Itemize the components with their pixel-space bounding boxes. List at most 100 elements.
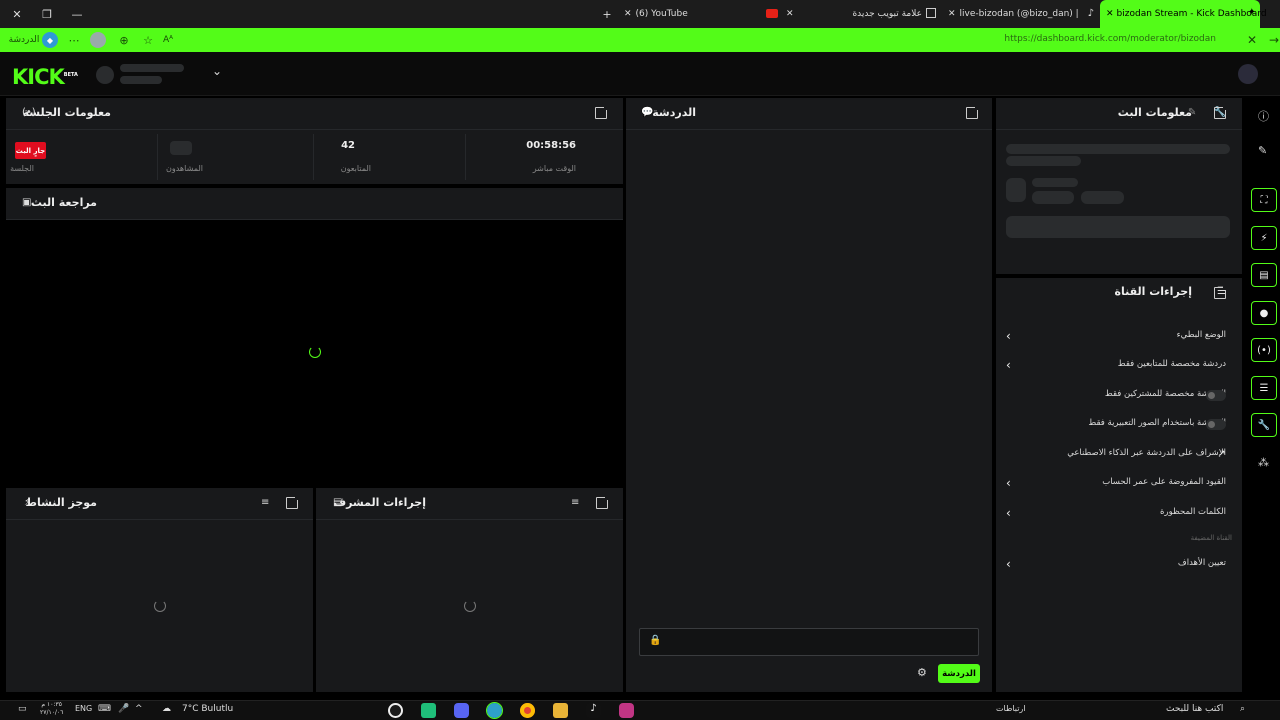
expand-panel-icon[interactable] [1214, 105, 1228, 119]
external-link-icon: ↗ [1218, 449, 1226, 459]
close-sidebar-icon[interactable]: ✕ [1244, 32, 1260, 48]
stream-info-panel: معلومات البث 🔧 ✎ [996, 98, 1242, 274]
action-label: الكلمات المحظورة [1160, 507, 1226, 517]
more-options-icon[interactable]: ⋯ [66, 32, 82, 48]
os-taskbar: ▭ ١٠:٣٥ م ٢٧/١٠/٠٦ ENG ⌨ 🎤 ^ ☁ 7°C Bulut… [0, 700, 1280, 720]
channel-name-placeholder [120, 64, 184, 72]
send-chat-button[interactable]: الدردشة [938, 664, 980, 683]
sidebar-chat-label[interactable]: الدردشة [9, 32, 40, 48]
expand-panel-icon[interactable] [596, 495, 610, 509]
edit-pencil-icon[interactable]: ✎ [1258, 144, 1267, 157]
action-ai-moderation[interactable]: الإشراف على الدردشة عبر الذكاء الاصطناعي… [1006, 444, 1226, 466]
panel-title: الدردشة [652, 106, 696, 119]
loading-spinner-icon [464, 600, 476, 612]
clock[interactable]: ١٠:٣٥ م ٢٧/١٠/٠٦ [40, 701, 63, 717]
action-set-goals[interactable]: تعيين الأهداف › [1006, 554, 1226, 576]
streaming-app-icon[interactable] [421, 703, 436, 718]
broadcast-icon[interactable]: (•) [1251, 338, 1277, 362]
clipboard-icon[interactable]: ▤ [1251, 263, 1277, 287]
instagram-app-icon[interactable] [619, 703, 634, 718]
show-hidden-icons-chevron-icon[interactable]: ^ [135, 704, 143, 714]
tiktok-app-icon[interactable]: ♪ [586, 703, 601, 718]
expand-panel-icon[interactable] [595, 105, 609, 119]
search-icon[interactable]: ⌕ [1240, 704, 1245, 714]
action-followers-only[interactable]: دردشة مخصصة للمتابعين فقط › [1006, 355, 1226, 377]
collections-icon[interactable]: ⊕ [116, 32, 132, 48]
channel-dropdown-chevron-icon[interactable]: ⌄ [212, 64, 222, 78]
crop-icon[interactable]: ⛶ [1251, 188, 1277, 212]
chevron-right-icon: › [1006, 506, 1011, 520]
chevron-right-icon: › [1006, 329, 1011, 343]
edit-pencil-icon[interactable]: ✎ [1188, 107, 1196, 118]
subscribers-only-toggle[interactable] [1206, 390, 1226, 401]
tab-tiktok[interactable]: ✕ live-bizodan (@bizo_dan) | TikTok ♪ [944, 0, 1098, 28]
microphone-icon[interactable]: 🎤 [118, 704, 129, 714]
stat-viewers: المشاهدون [160, 134, 314, 180]
taskbar-search-input[interactable]: اكتب هنا للبحث [1166, 704, 1223, 714]
language-indicator[interactable]: ENG [75, 704, 92, 713]
lightning-icon[interactable]: ⚡ [1251, 226, 1277, 250]
emotes-only-toggle[interactable] [1206, 419, 1226, 430]
title-placeholder [1006, 144, 1230, 154]
expand-panel-icon[interactable] [1214, 285, 1228, 299]
tab-title: live-bizodan (@bizo_dan) | TikTok [959, 9, 1078, 19]
server-icon[interactable]: ☰ [1251, 376, 1277, 400]
close-tab-icon[interactable]: ✕ [624, 9, 632, 19]
file-explorer-app-icon[interactable] [553, 703, 568, 718]
action-subscribers-only: الدردشة مخصصة للمشتركين فقط [1006, 385, 1226, 407]
restore-window-icon[interactable]: ❐ [32, 0, 62, 28]
action-label: القيود المفروضة على عمر الحساب [1102, 477, 1226, 487]
close-tab-icon[interactable]: ✕ [948, 9, 956, 19]
user-avatar[interactable] [1238, 64, 1258, 84]
obs-app-icon[interactable] [388, 703, 403, 718]
new-tab-icon[interactable]: + [592, 0, 622, 28]
action-banned-words[interactable]: الكلمات المحظورة › [1006, 503, 1226, 525]
edge-copilot-icon[interactable]: ◆ [42, 32, 58, 48]
close-tab-icon[interactable]: ✕ [786, 9, 794, 19]
panel-header: معلومات البث 🔧 ✎ [996, 98, 1242, 130]
loading-spinner-icon [309, 346, 321, 358]
weather-widget[interactable]: 7°C Bulutlu [182, 704, 233, 714]
links-toolbar[interactable]: ارتباطات [996, 704, 1026, 713]
tab-new-tab[interactable]: ✕ علامة تبويب جديدة [786, 0, 942, 28]
chat-bubble-icon[interactable]: ● [1251, 301, 1277, 325]
close-tab-icon[interactable]: ✕ [1106, 9, 1114, 19]
beta-badge: BETA [63, 72, 78, 78]
apps-icon[interactable]: ⁂ [1258, 456, 1269, 469]
tag-placeholder [1081, 191, 1124, 204]
chat-settings-gear-icon[interactable]: ⚙ [917, 666, 927, 679]
minimize-window-icon[interactable]: — [62, 0, 92, 28]
discord-app-icon[interactable] [454, 703, 469, 718]
filter-icon[interactable]: ≡ [261, 497, 269, 508]
notification-icon[interactable]: ▭ [18, 704, 27, 714]
info-icon[interactable]: ⓘ [1258, 108, 1269, 124]
close-window-icon[interactable]: ✕ [2, 0, 32, 28]
expand-panel-icon[interactable] [966, 105, 980, 119]
browser-tab-bar: ✕ ❐ — + ✕ (6) YouTube ✕ علامة تبويب جديد… [0, 0, 1280, 28]
edge-app-icon[interactable] [486, 702, 503, 719]
forward-arrow-icon[interactable]: → [1266, 32, 1280, 48]
stat-label: المتابعون [340, 164, 371, 173]
read-aloud-icon[interactable]: Aᴬ [160, 32, 176, 48]
wrench-icon[interactable]: 🔧 [1251, 413, 1277, 437]
new-tab-page-icon [926, 8, 936, 18]
action-account-age[interactable]: القيود المفروضة على عمر الحساب › [1006, 473, 1226, 495]
kick-logo[interactable]: KICKBETA [12, 65, 78, 89]
url-text[interactable]: https://dashboard.kick.com/moderator/biz… [1004, 34, 1216, 44]
viewers-value-placeholder [170, 141, 192, 155]
tab-kick-dashboard[interactable]: ✕ bizodan Stream - Kick Dashboard ✦ [1100, 0, 1267, 28]
chrome-app-icon[interactable] [520, 703, 535, 718]
chevron-right-icon: › [1006, 557, 1011, 571]
expand-panel-icon[interactable] [286, 495, 300, 509]
filter-icon[interactable]: ≡ [571, 497, 579, 508]
favorite-star-icon[interactable]: ☆ [140, 32, 156, 48]
action-label: تعيين الأهداف [1177, 558, 1226, 568]
chat-input[interactable]: 🔒 [639, 628, 979, 656]
keyboard-icon[interactable]: ⌨ [98, 704, 111, 714]
profile-avatar-icon[interactable] [90, 32, 106, 48]
chat-panel: الدردشة 💬 🔒 ⚙ الدردشة [626, 98, 992, 692]
action-slow-mode[interactable]: الوضع البطيء › [1006, 326, 1226, 348]
youtube-icon [766, 9, 778, 18]
tab-youtube[interactable]: ✕ (6) YouTube [624, 0, 784, 28]
live-broadcast-icon: (•) [22, 107, 36, 118]
